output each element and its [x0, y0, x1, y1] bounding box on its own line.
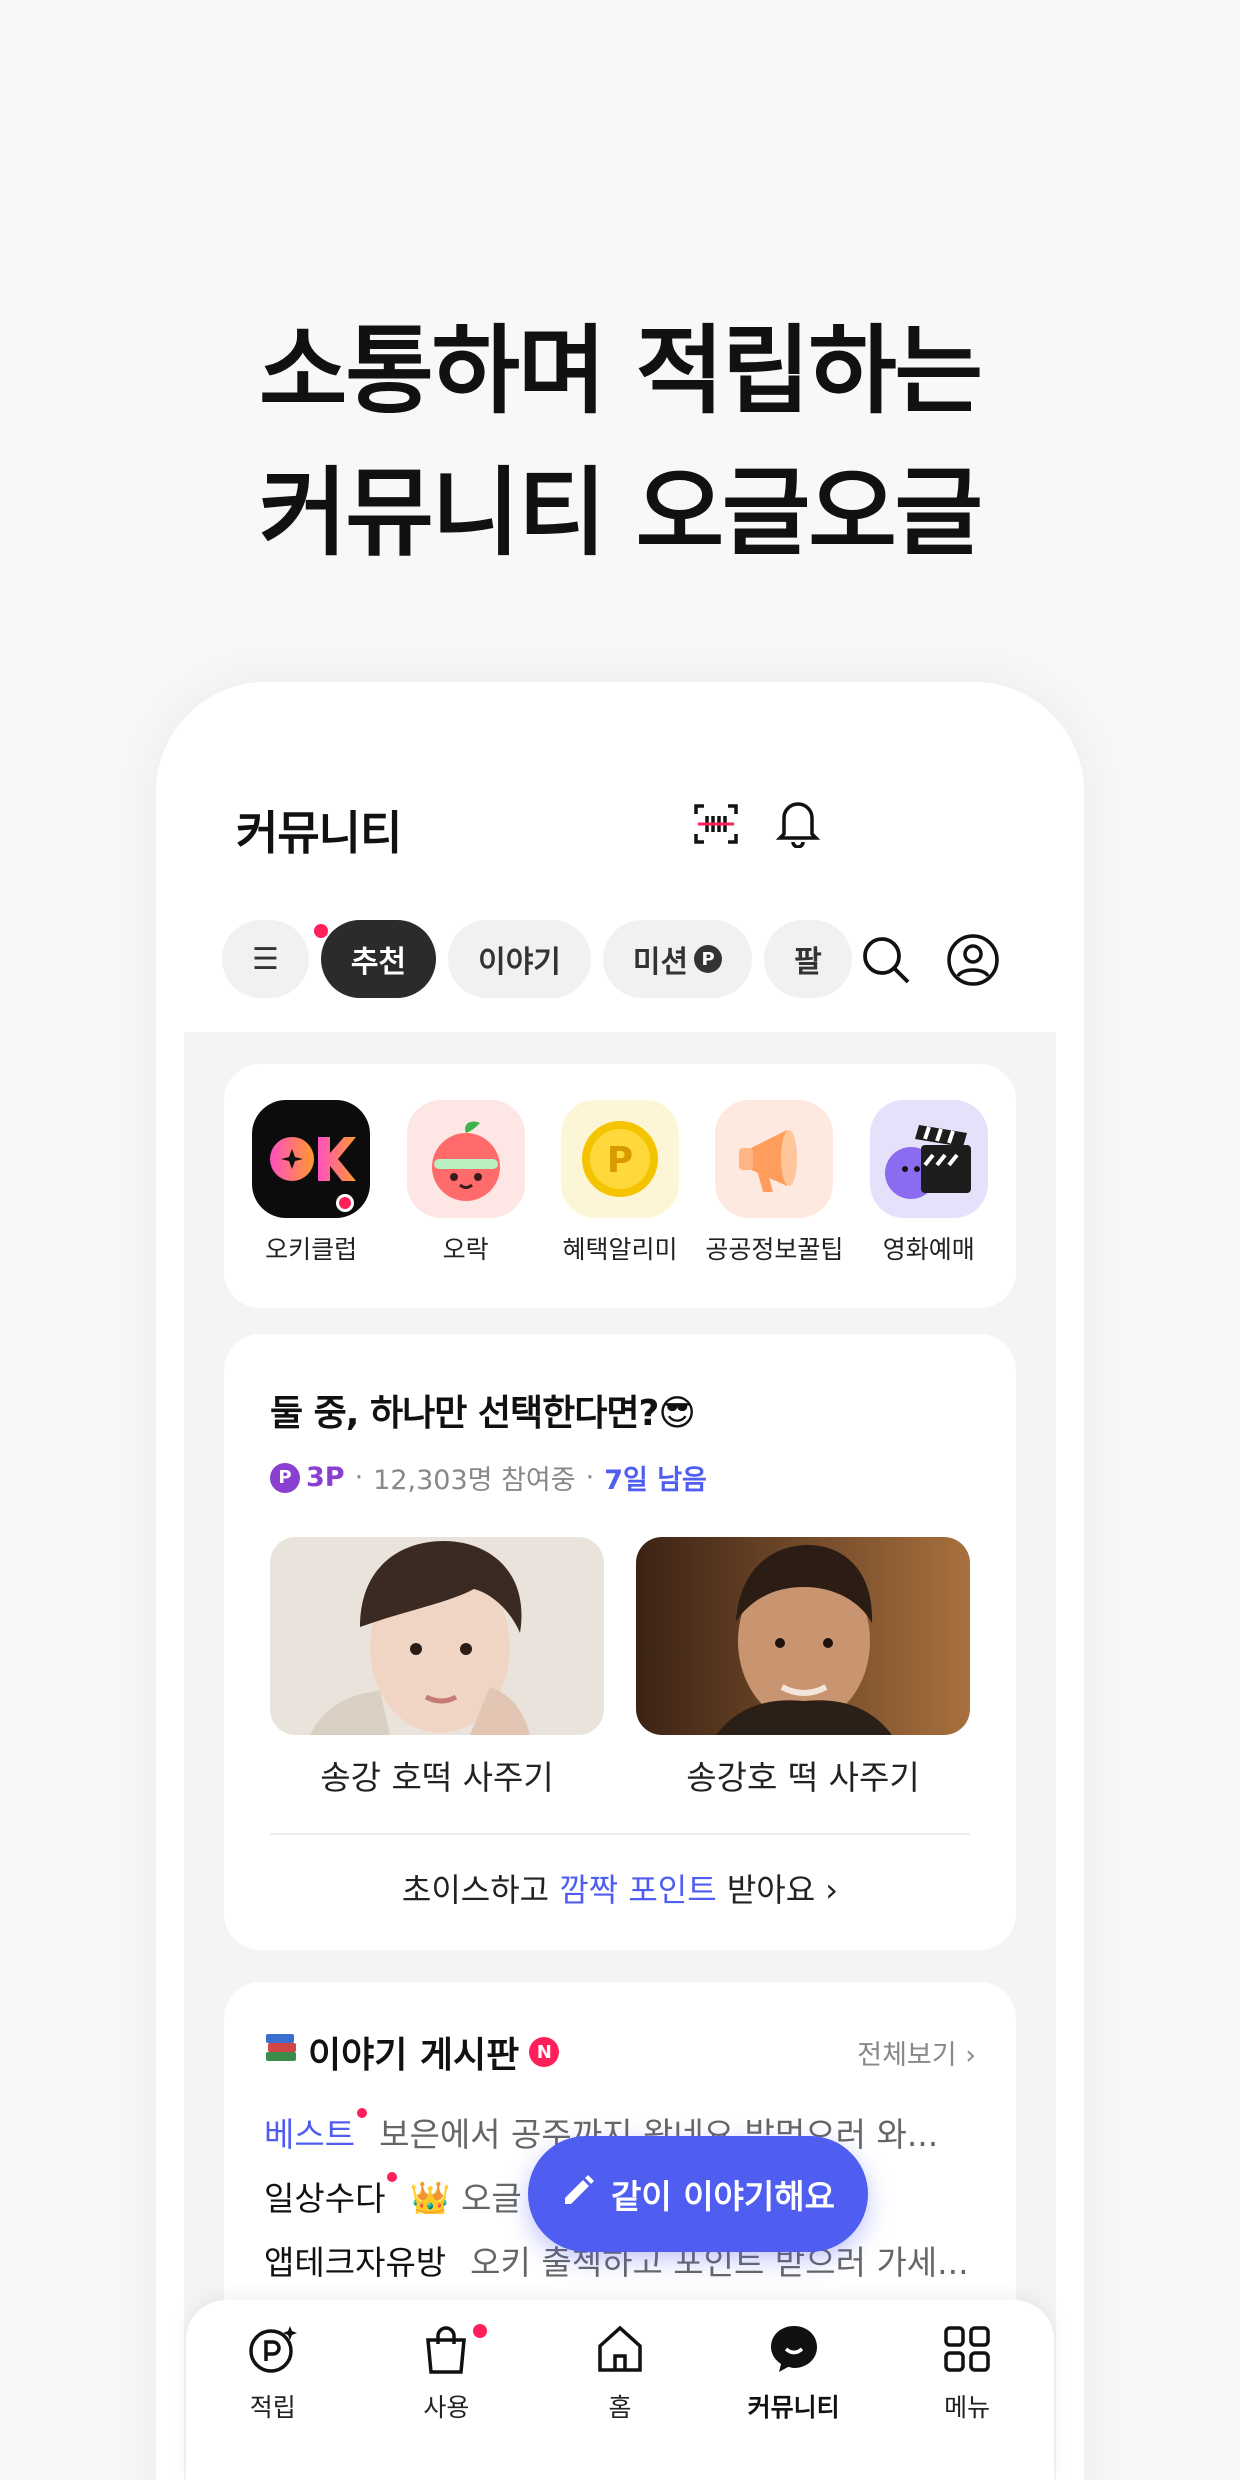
- home-icon: [593, 2322, 647, 2380]
- tab-menu-grid[interactable]: 메뉴: [892, 2322, 1042, 2480]
- point-icon: P: [270, 1462, 300, 1493]
- tab-menu-label: 메뉴: [944, 2393, 991, 2422]
- megaphone-icon: [715, 1100, 834, 1218]
- view-all-link[interactable]: 전체보기 ›: [857, 2033, 976, 2072]
- vote-cta-link[interactable]: 초이스하고 깜짝 포인트 받아요 ›: [270, 1865, 970, 1911]
- choice-a-label: 송강 호떡 사주기: [320, 1758, 554, 1797]
- tab-earn[interactable]: 적립: [198, 2322, 348, 2480]
- category-label: 일상수다: [264, 2179, 386, 2214]
- use-new-dot: [473, 2324, 488, 2338]
- board-row-category: 앱테크자유방: [264, 2236, 446, 2278]
- cta-highlight: 깜짝 포인트: [559, 1871, 717, 1909]
- choice-a-photo: [270, 1537, 604, 1735]
- quick-item-label: 오키클럽: [265, 1235, 358, 1264]
- promo-headline: 소통하며 적립하는 커뮤니티 오글오글: [0, 300, 1240, 584]
- menu-new-dot: [314, 924, 328, 938]
- category-label: 베스트: [264, 2115, 356, 2150]
- tab-mission-label: 미션: [632, 945, 689, 980]
- tab-use[interactable]: 사용: [371, 2322, 521, 2480]
- tab-use-label: 사용: [423, 2393, 470, 2422]
- meta-separator: ·: [354, 1462, 364, 1493]
- vote-points-value: 3P: [306, 1462, 345, 1493]
- board-row-category: 일상수다: [264, 2172, 398, 2214]
- tab-earn-label: 적립: [249, 2393, 296, 2422]
- choice-b-label: 송강호 떡 사주기: [686, 1758, 920, 1797]
- cta-prefix: 초이스하고: [401, 1871, 550, 1909]
- board-row-category: 베스트: [264, 2108, 368, 2150]
- shopping-bag-icon: [419, 2322, 473, 2380]
- vote-remaining: 7일 남음: [604, 1465, 707, 1496]
- tab-community[interactable]: 커뮤니티: [719, 2322, 869, 2480]
- new-badge: N: [529, 2037, 560, 2067]
- choice-b-photo: [636, 1537, 970, 1735]
- headline-line-2: 커뮤니티 오글오글: [259, 457, 983, 569]
- profile-icon[interactable]: [943, 930, 1003, 990]
- quick-item-benefit-alert[interactable]: P 혜택알리미: [545, 1100, 695, 1308]
- vote-choices: 송강 호떡 사주기 송강호 떡 사주기: [270, 1537, 970, 1799]
- books-icon: [264, 2032, 298, 2073]
- vote-title: 둘 중, 하나만 선택한다면?😎: [270, 1393, 696, 1434]
- grid-menu-icon: [940, 2322, 994, 2380]
- new-dot: [357, 2108, 368, 2118]
- search-icon[interactable]: [856, 930, 916, 990]
- tab-menu[interactable]: ☰: [222, 920, 309, 998]
- quick-item-label: 오락: [442, 1235, 489, 1264]
- quick-item-game[interactable]: 오락: [391, 1100, 541, 1308]
- board-title: 이야기 게시판 N: [264, 2026, 560, 2078]
- page-title: 커뮤니티: [236, 806, 402, 860]
- vote-meta: P 3P · 12,303명 참여중 · 7일 남음: [270, 1458, 970, 1497]
- point-badge-icon: P: [694, 945, 723, 973]
- vote-choice-b[interactable]: 송강호 떡 사주기: [636, 1537, 970, 1799]
- cta-suffix: 받아요 ›: [726, 1871, 839, 1909]
- quick-item-okclub[interactable]: 오키클럽: [236, 1100, 386, 1308]
- tab-home[interactable]: 홈: [545, 2322, 695, 2480]
- bell-icon[interactable]: [768, 792, 828, 852]
- board-header: 이야기 게시판 N 전체보기 ›: [264, 2026, 976, 2078]
- vote-participants: 12,303명 참여중: [373, 1465, 576, 1496]
- tab-menu-label: ☰: [252, 941, 279, 977]
- vote-card: 둘 중, 하나만 선택한다면?😎 P 3P · 12,303명 참여중 · 7일…: [224, 1334, 1016, 1950]
- barcode-scan-icon[interactable]: [686, 794, 746, 854]
- write-post-label: 같이 이야기해요: [610, 2177, 835, 2216]
- chat-bubble-icon: [767, 2322, 821, 2380]
- quick-item-label: 공공정보꿀팁: [705, 1235, 844, 1264]
- svg-text:P: P: [607, 1140, 633, 1181]
- tab-community-label: 커뮤니티: [747, 2393, 840, 2422]
- tab-home-label: 홈: [608, 2393, 632, 2422]
- quick-menu-card: 오키클럽 오락 P 혜택알리미 공공정보꿀팁 영화예매: [224, 1064, 1016, 1308]
- headline-line-1: 소통하며 적립하는: [259, 315, 983, 427]
- tab-recommend-label: 추천: [350, 945, 407, 980]
- quick-item-label: 영화예매: [882, 1235, 975, 1264]
- vote-choice-a[interactable]: 송강 호떡 사주기: [270, 1537, 604, 1799]
- quick-item-label: 혜택알리미: [562, 1235, 678, 1264]
- write-post-button[interactable]: 같이 이야기해요: [528, 2136, 868, 2252]
- tab-story-label: 이야기: [478, 945, 561, 980]
- bottom-tab-bar: 적립 사용 홈 커뮤니티 메뉴: [186, 2300, 1054, 2480]
- new-dot: [387, 2172, 398, 2182]
- clapperboard-icon: [869, 1100, 988, 1218]
- vote-points: P 3P: [270, 1462, 345, 1493]
- coin-icon: P: [560, 1100, 679, 1218]
- tab-more[interactable]: 팔: [764, 920, 852, 998]
- earn-point-icon: [246, 2322, 300, 2380]
- quick-item-movie[interactable]: 영화예매: [854, 1100, 1004, 1308]
- meta-separator: ·: [585, 1462, 595, 1493]
- category-label: 앱테크자유방: [264, 2243, 447, 2278]
- quick-item-public-info[interactable]: 공공정보꿀팁: [699, 1100, 849, 1308]
- tab-mission[interactable]: 미션 P: [602, 920, 753, 998]
- tab-story[interactable]: 이야기: [448, 920, 591, 998]
- tab-more-label: 팔: [794, 945, 822, 980]
- vote-divider: [270, 1833, 970, 1835]
- peach-character-icon: [406, 1100, 525, 1218]
- board-title-label: 이야기 게시판: [308, 2035, 520, 2076]
- pencil-icon: [561, 2172, 597, 2216]
- tab-recommend[interactable]: 추천: [320, 920, 437, 998]
